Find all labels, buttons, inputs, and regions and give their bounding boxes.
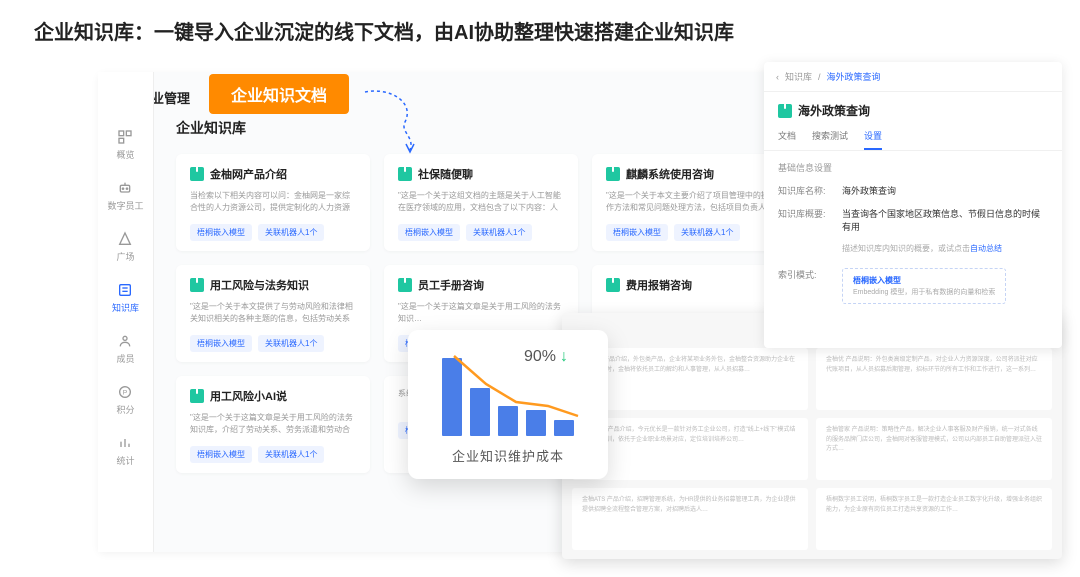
- members-icon: [116, 332, 134, 350]
- sidebar-item-plaza[interactable]: 广场: [116, 230, 134, 263]
- back-icon[interactable]: ‹: [776, 72, 779, 82]
- doc-icon: [190, 167, 204, 181]
- card-title: 用工风险与法务知识: [210, 277, 309, 293]
- card-desc: "这是一个关于这篇文章是关于用工风险的法务知识库，介绍了劳动关系、劳务派遣和劳动…: [190, 412, 356, 436]
- kb-card[interactable]: 用工风险小AI说 "这是一个关于这篇文章是关于用工风险的法务知识库，介绍了劳动关…: [176, 376, 370, 473]
- kb-card[interactable]: 社保随便聊 "这是一个关于这组文档的主题是关于人工智能在医疗领域的应用，文档包含…: [384, 154, 578, 251]
- index-title: 梧桐嵌入模型: [853, 275, 995, 286]
- cost-chart: 90%↓: [426, 346, 590, 436]
- breadcrumb-root[interactable]: 知识库: [785, 70, 812, 83]
- summary-value[interactable]: 当查询各个国家地区政策信息、节假日信息的时候有用: [842, 207, 1048, 233]
- card-desc: 当检索以下相关内容可以问：金柚网是一家综合性的人力资源公司，提供定制化的人力资源…: [190, 190, 356, 214]
- card-title: 社保随便聊: [418, 166, 473, 182]
- snippet-item[interactable]: 金柚管家 产品说明：策略性产品，解决企业人事客服及财产报销，统一对式各线的服务品…: [816, 418, 1052, 480]
- index-mode-option[interactable]: 梧桐嵌入模型 Embedding 模型，用于私有数据的向量和检索: [842, 268, 1006, 304]
- doc-icon: [398, 278, 412, 292]
- doc-icon: [778, 104, 792, 118]
- highlight-card: 90%↓ 企业知识维护成本: [408, 330, 608, 479]
- points-icon: P: [116, 383, 134, 401]
- tag-bot: 关联机器人1个: [466, 224, 532, 241]
- sidebar-label: 知识库: [112, 301, 139, 314]
- name-value[interactable]: 海外政策查询: [842, 184, 896, 197]
- dashboard-icon: [116, 128, 134, 146]
- tag-model: 梧桐嵌入模型: [398, 224, 460, 241]
- plaza-icon: [116, 230, 134, 248]
- breadcrumb-current: 海外政策查询: [827, 70, 881, 83]
- tab-docs[interactable]: 文档: [778, 129, 796, 150]
- tag-bot: 关联机器人1个: [258, 224, 324, 241]
- card-title: 麒麟系统使用咨询: [626, 166, 714, 182]
- detail-tabs: 文档 搜索测试 设置: [764, 125, 1062, 151]
- sidebar-label: 概览: [116, 148, 134, 161]
- highlight-caption: 企业知识维护成本: [426, 446, 590, 465]
- tag-model: 梧桐嵌入模型: [606, 224, 668, 241]
- sidebar-label: 积分: [116, 403, 134, 416]
- tag-model: 梧桐嵌入模型: [190, 335, 252, 352]
- robot-icon: [116, 179, 134, 197]
- kb-card[interactable]: 用工风险与法务知识 "这是一个关于本文提供了与劳动风险和法律相关知识相关的各种主…: [176, 265, 370, 362]
- sidebar-item-knowledge[interactable]: 知识库: [112, 281, 139, 314]
- snippet-item[interactable]: 金柚ATS 产品介绍，招聘管理系统，为HR提供的业务招募管理工具，为企业提供提供…: [572, 488, 808, 550]
- index-label: 索引模式:: [778, 268, 832, 281]
- card-desc: "这是一个关于本文提供了与劳动风险和法律相关知识相关的各种主题的信息，包括劳动关…: [190, 301, 356, 325]
- tag-model: 梧桐嵌入模型: [190, 446, 252, 463]
- sidebar-item-digital-staff[interactable]: 数字员工: [107, 179, 143, 212]
- trend-line-icon: [436, 350, 596, 430]
- index-subtitle: Embedding 模型，用于私有数据的向量和检索: [853, 288, 995, 297]
- card-desc: "这是一个关于本文主要介绍了项目管理中的操作方法和常见问题处理方法，包括项目负责…: [606, 190, 772, 214]
- annotation-pill: 企业知识文档: [209, 74, 349, 114]
- knowledge-icon: [116, 281, 134, 299]
- doc-icon: [606, 167, 620, 181]
- tag-bot: 关联机器人1个: [258, 446, 324, 463]
- sidebar-label: 统计: [116, 454, 134, 467]
- name-label: 知识库名称:: [778, 184, 832, 197]
- card-title: 用工风险小AI说: [210, 388, 287, 404]
- doc-icon: [398, 167, 412, 181]
- content-title: 企业知识库: [176, 118, 786, 138]
- snippet-item[interactable]: 梧桐数字员工说明，梧桐数字员工是一款打造企业员工数字化升级，增强业务组织能力，为…: [816, 488, 1052, 550]
- section-title: 基础信息设置: [778, 161, 1048, 174]
- card-title: 金柚网产品介绍: [210, 166, 287, 182]
- kb-card[interactable]: 麒麟系统使用咨询 "这是一个关于本文主要介绍了项目管理中的操作方法和常见问题处理…: [592, 154, 786, 251]
- card-title: 员工手册咨询: [418, 277, 484, 293]
- card-title: 费用报销咨询: [626, 277, 692, 293]
- breadcrumb: ‹ 知识库 / 海外政策查询: [764, 62, 1062, 92]
- doc-icon: [606, 278, 620, 292]
- snippet-item[interactable]: 金柚优 产品说明：外包类高级定制产品，对企业人力资源深度，公司将派驻对应代账项目…: [816, 348, 1052, 410]
- sidebar-label: 广场: [116, 250, 134, 263]
- sidebar: 概览 数字员工 广场 知识库 成员 P 积分 统计: [98, 72, 154, 552]
- doc-icon: [190, 389, 204, 403]
- tag-model: 梧桐嵌入模型: [190, 224, 252, 241]
- sidebar-item-overview[interactable]: 概览: [116, 128, 134, 161]
- sidebar-item-points[interactable]: P 积分: [116, 383, 134, 416]
- sidebar-item-stats[interactable]: 统计: [116, 434, 134, 467]
- kb-card[interactable]: 金柚网产品介绍 当检索以下相关内容可以问：金柚网是一家综合性的人力资源公司，提供…: [176, 154, 370, 251]
- dotted-arrow-icon: [360, 82, 460, 157]
- page-headline: 企业知识库：一键导入企业沉淀的线下文档，由AI协助整理快速搭建企业知识库: [0, 0, 1080, 57]
- card-desc: "这是一个关于这篇文章是关于用工风险的法务知识…: [398, 301, 564, 325]
- detail-title: 海外政策查询: [798, 102, 870, 119]
- sidebar-label: 成员: [116, 352, 134, 365]
- detail-panel: ‹ 知识库 / 海外政策查询 海外政策查询 文档 搜索测试 设置 基础信息设置 …: [764, 62, 1062, 348]
- tab-search-test[interactable]: 搜索测试: [812, 129, 848, 150]
- tag-bot: 关联机器人1个: [258, 335, 324, 352]
- tag-bot: 关联机器人1个: [674, 224, 740, 241]
- doc-icon: [190, 278, 204, 292]
- summary-label: 知识库概要:: [778, 207, 832, 233]
- auto-summary-link[interactable]: 自动总结: [970, 244, 1002, 253]
- card-desc: "这是一个关于这组文档的主题是关于人工智能在医疗领域的应用，文档包含了以下内容：…: [398, 190, 564, 214]
- tab-settings[interactable]: 设置: [864, 129, 882, 150]
- summary-hint: 描述知识库内知识的概要，或试点击自动总结: [842, 243, 1048, 254]
- sidebar-item-members[interactable]: 成员: [116, 332, 134, 365]
- svg-text:P: P: [123, 390, 128, 397]
- stats-icon: [116, 434, 134, 452]
- sidebar-label: 数字员工: [107, 199, 143, 212]
- snippet-panel: 0,8 × 请输… 插入片段 曾家V3 产品介绍，外包类产品，企业将某项业务外包…: [562, 313, 1062, 559]
